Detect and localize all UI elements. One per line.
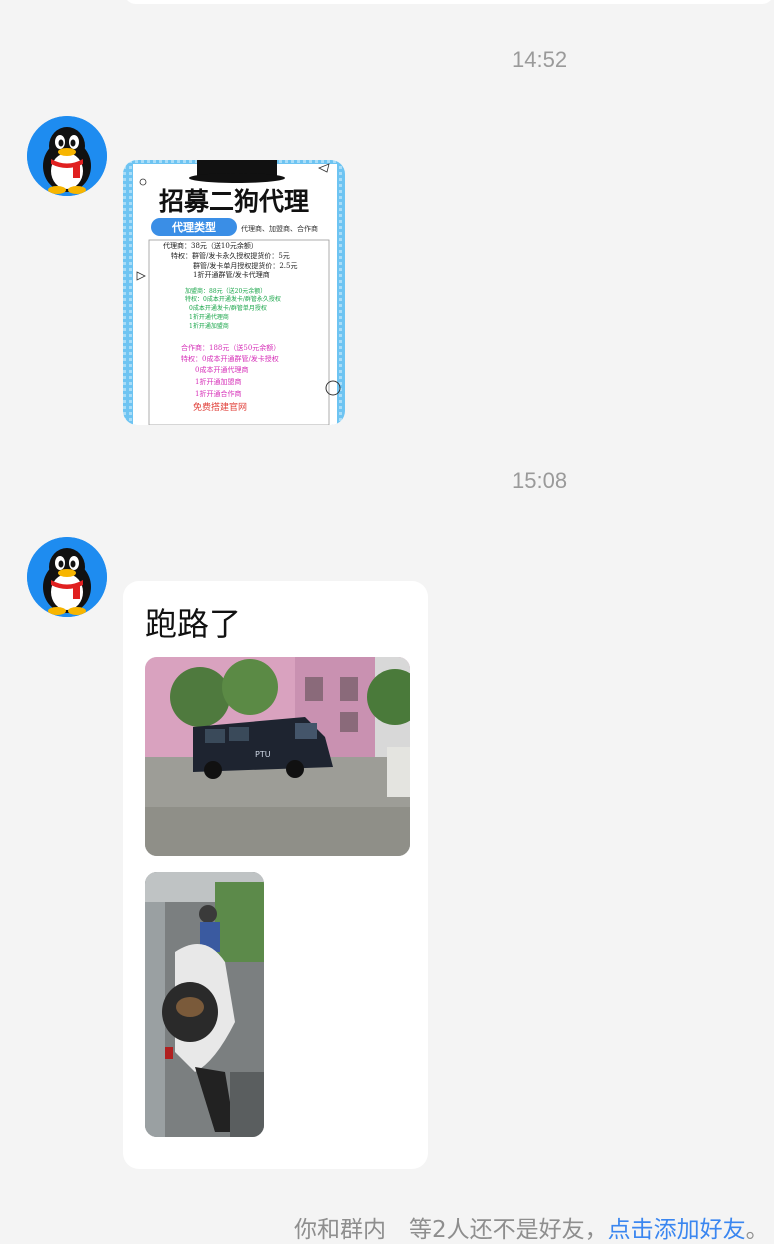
poster-badge: 代理类型 — [171, 220, 216, 234]
police-van-photo[interactable]: PTU — [145, 657, 410, 856]
poster-agent-line: 特权：群管/发卡永久授权提货价：5元 — [171, 251, 290, 260]
van-text: PTU — [255, 750, 271, 759]
notice-suffix: 。 — [745, 1217, 769, 1243]
poster-partner-line: 特权：0成本开通群管/发卡授权 — [181, 354, 279, 363]
poster-agent-line: 1折开通群管/发卡代理商 — [193, 270, 270, 279]
poster-tagline: 代理商、加盟商、合作商 — [241, 224, 318, 233]
poster-franchise-line: 加盟商：88元（送20元余额） — [185, 287, 266, 295]
poster-partner-line: 1折开通加盟商 — [195, 377, 241, 386]
message-bubble[interactable]: 跑路了 PTU — [123, 581, 428, 1169]
qq-penguin-icon — [27, 537, 107, 617]
poster-agent-line: 代理商：38元（送10元余额） — [163, 241, 258, 250]
poster-franchise-line: 特权：0成本开通发卡/群管永久授权 — [185, 295, 281, 303]
timestamp: 14:52 — [512, 47, 568, 72]
poster-partner-line: 合作商：188元（送50元余额） — [181, 343, 280, 352]
add-friend-link[interactable]: 点击添加好友 — [608, 1217, 746, 1243]
poster-franchise-line: 1折开通加盟商 — [189, 322, 229, 330]
message-text: 跑路了 — [145, 605, 242, 643]
sender-avatar[interactable] — [27, 537, 107, 617]
timestamp: 15:08 — [512, 468, 568, 493]
poster-franchise-line: 1折开通代理商 — [189, 313, 229, 321]
poster-franchise-line: 0成本开通发卡/群管单月授权 — [189, 304, 267, 312]
poster-partner-line: 1折开通合作商 — [195, 389, 241, 398]
notice-text: 你和群内 等2人还不是好友， — [294, 1217, 608, 1243]
poster-partner-line: 0成本开通代理商 — [195, 365, 248, 374]
poster-title: 招募二狗代理 — [159, 187, 309, 216]
recruit-poster-image[interactable]: 招募二狗代理 代理类型 代理商、加盟商、合作商 代理商：38元（送10元余额） … — [123, 160, 345, 425]
motorbike-photo[interactable] — [145, 872, 264, 1137]
sender-avatar[interactable] — [27, 116, 107, 196]
poster-footer: 免费搭建官网 — [193, 401, 247, 413]
qq-penguin-icon — [27, 116, 107, 196]
previous-message-bubble — [124, 0, 774, 4]
poster-agent-line: 群管/发卡单月授权提货价：2.5元 — [193, 261, 298, 270]
